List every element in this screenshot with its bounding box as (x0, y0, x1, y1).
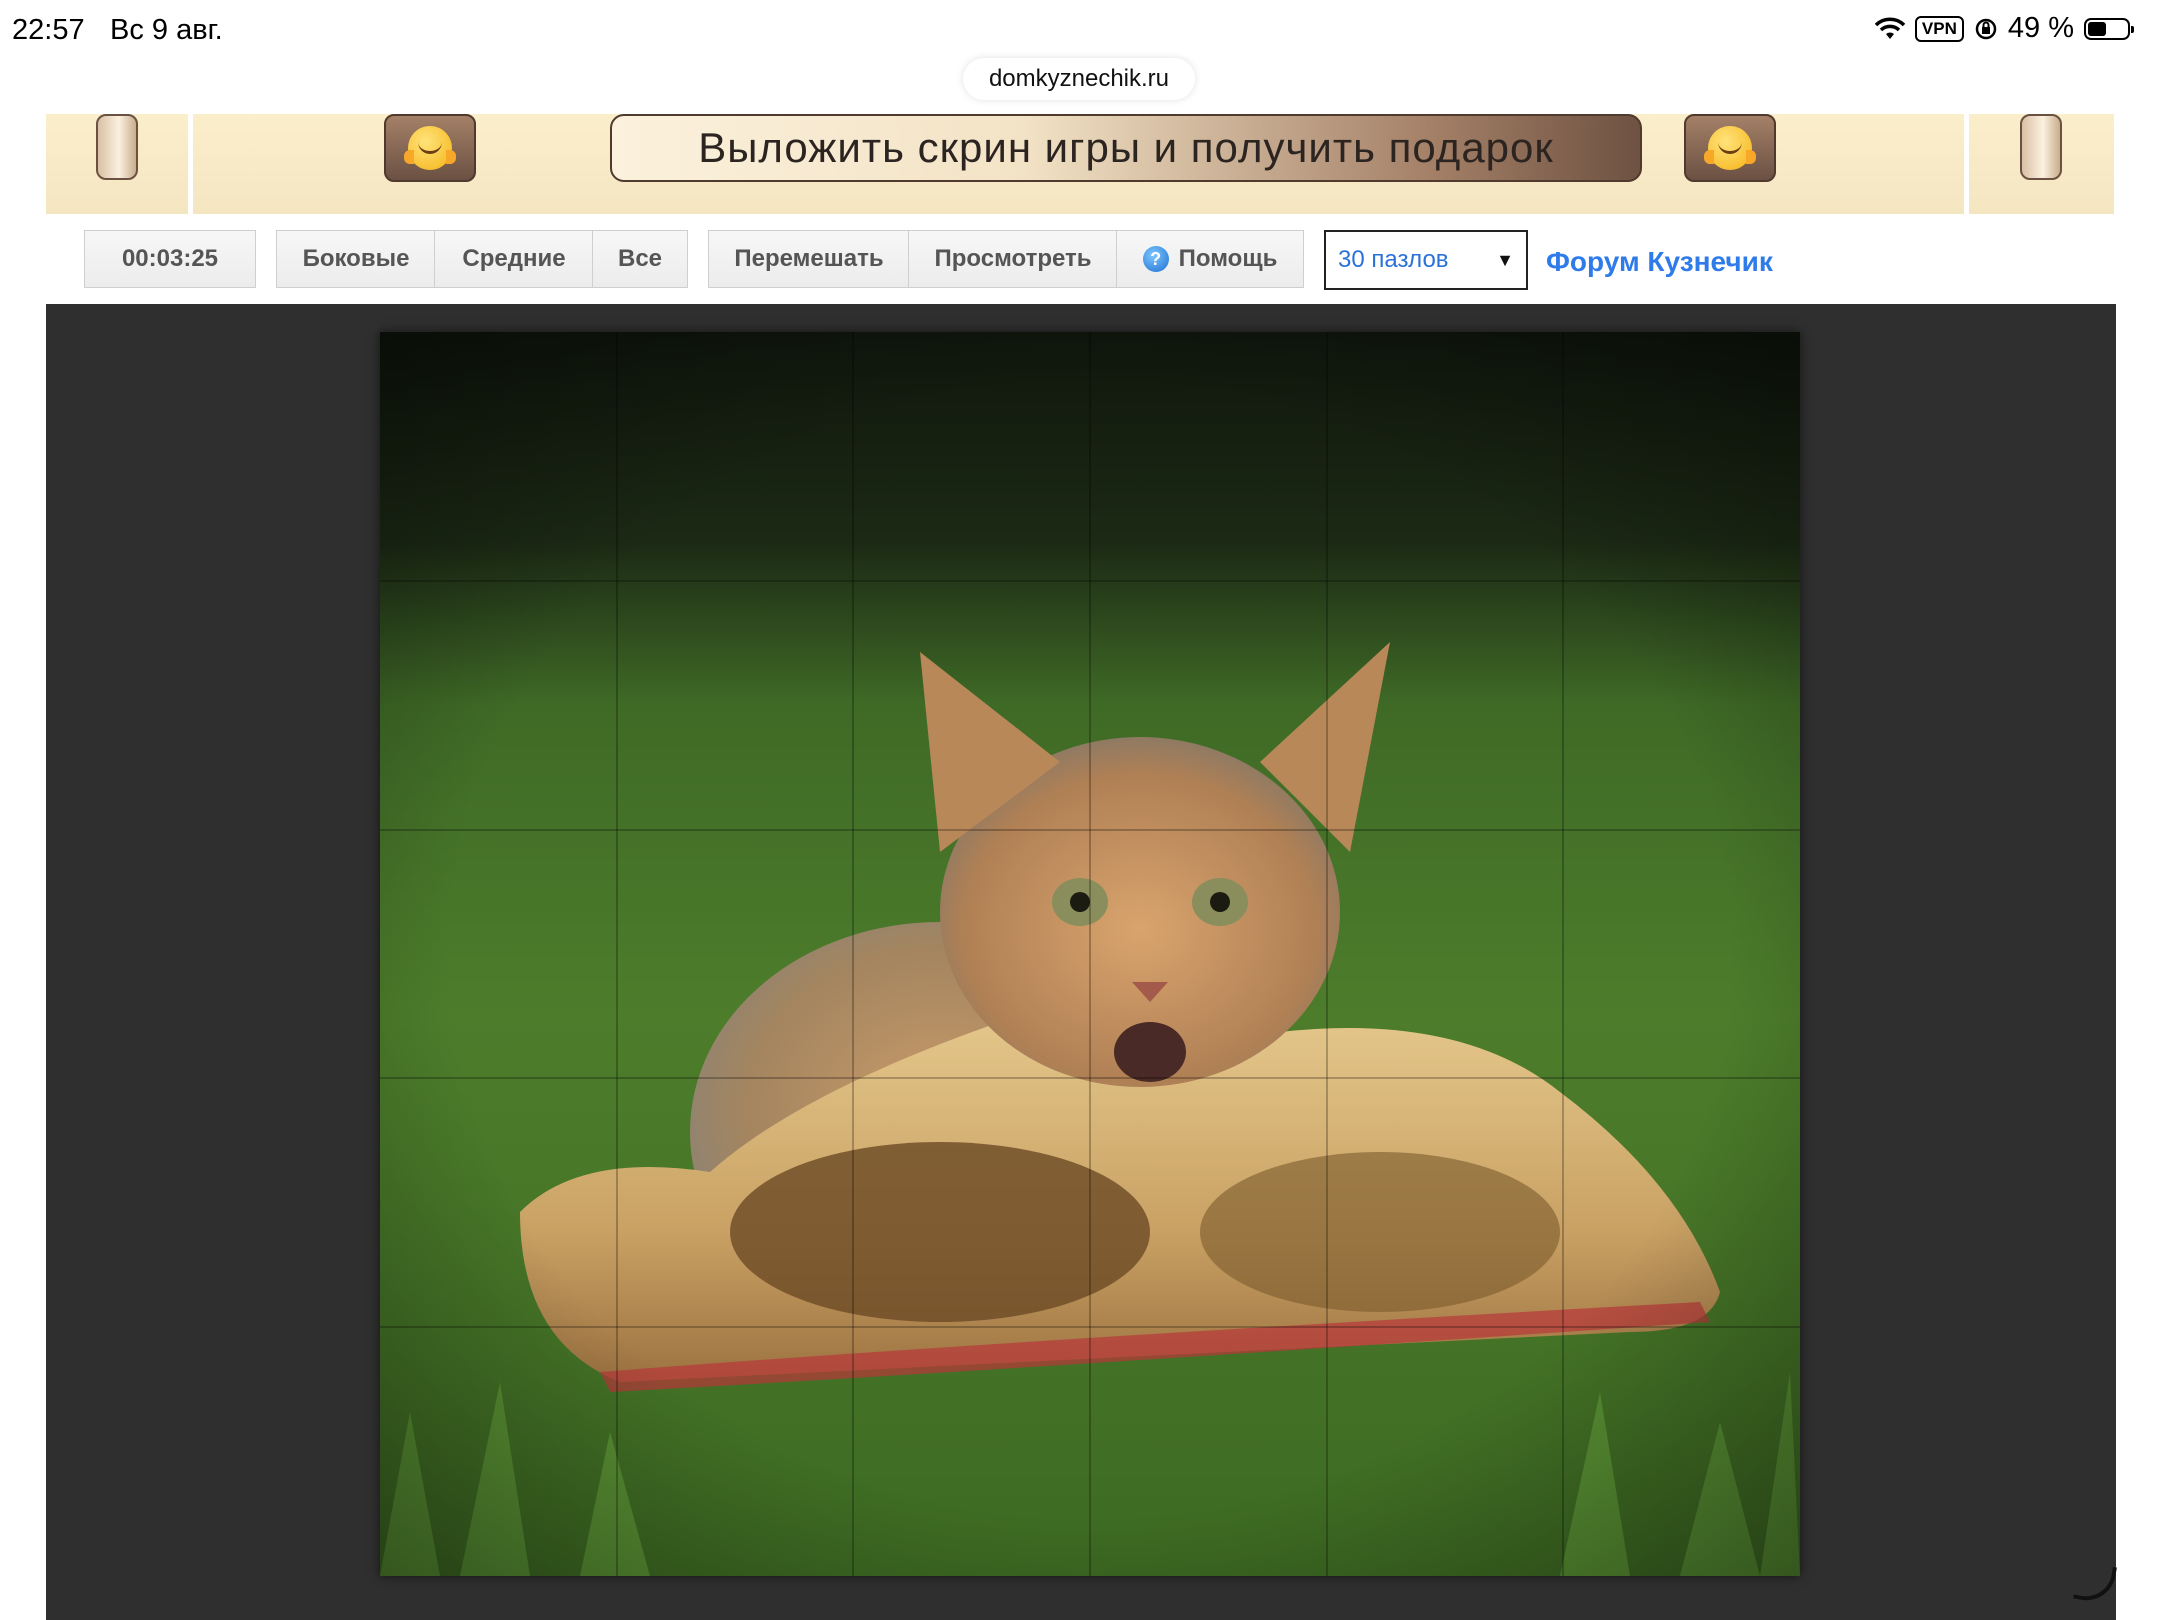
filter-middle-button[interactable]: Средние (434, 230, 594, 288)
status-indicators: VPN 49 % (1874, 12, 2134, 45)
loading-spinner-icon (2072, 1560, 2118, 1606)
vpn-badge: VPN (1914, 15, 1964, 42)
banner-divider (188, 114, 193, 214)
puzzle-board[interactable] (380, 332, 1800, 1576)
battery-icon (2084, 17, 2134, 40)
status-date: Вс 9 авг. (110, 14, 223, 46)
battery-percent: 49 % (2007, 12, 2074, 44)
help-icon: ? (1142, 246, 1169, 272)
wifi-icon (1874, 17, 1905, 39)
piece-count-select[interactable]: 30 пазлов ▼ (1324, 230, 1528, 290)
share-screenshot-button[interactable]: Выложить скрин игры и получить подарок (610, 114, 1642, 182)
puzzle-image (380, 332, 1800, 1576)
filter-edges-button[interactable]: Боковые (276, 230, 436, 288)
orientation-lock-icon (1975, 18, 1997, 39)
help-label: Помощь (1178, 245, 1278, 272)
preview-button[interactable]: Просмотреть (908, 230, 1118, 288)
help-button[interactable]: ? Помощь (1116, 230, 1304, 288)
filter-all-button[interactable]: Все (592, 230, 688, 288)
promo-banner: Выложить скрин игры и получить подарок (46, 114, 2114, 214)
banner-decoration (2020, 114, 2062, 180)
hugging-face-icon[interactable] (384, 114, 476, 182)
address-bar[interactable]: domkyznechik.ru (963, 58, 1195, 100)
piece-count-value: 30 пазлов (1338, 246, 1449, 273)
game-area (46, 304, 2118, 1620)
banner-decoration (96, 114, 138, 180)
shuffle-button[interactable]: Перемешать (708, 230, 910, 288)
banner-divider (1964, 114, 1969, 214)
forum-link[interactable]: Форум Кузнечик (1546, 246, 1773, 278)
timer-display: 00:03:25 (84, 230, 256, 288)
game-toolbar: 00:03:25 Боковые Средние Все Перемешать … (46, 214, 2116, 308)
status-bar: 22:57 Вс 9 авг. VPN 49 % (0, 0, 2160, 64)
status-time: 22:57 (12, 14, 85, 46)
hugging-face-icon[interactable] (1684, 114, 1776, 182)
chevron-down-icon: ▼ (1496, 250, 1514, 270)
